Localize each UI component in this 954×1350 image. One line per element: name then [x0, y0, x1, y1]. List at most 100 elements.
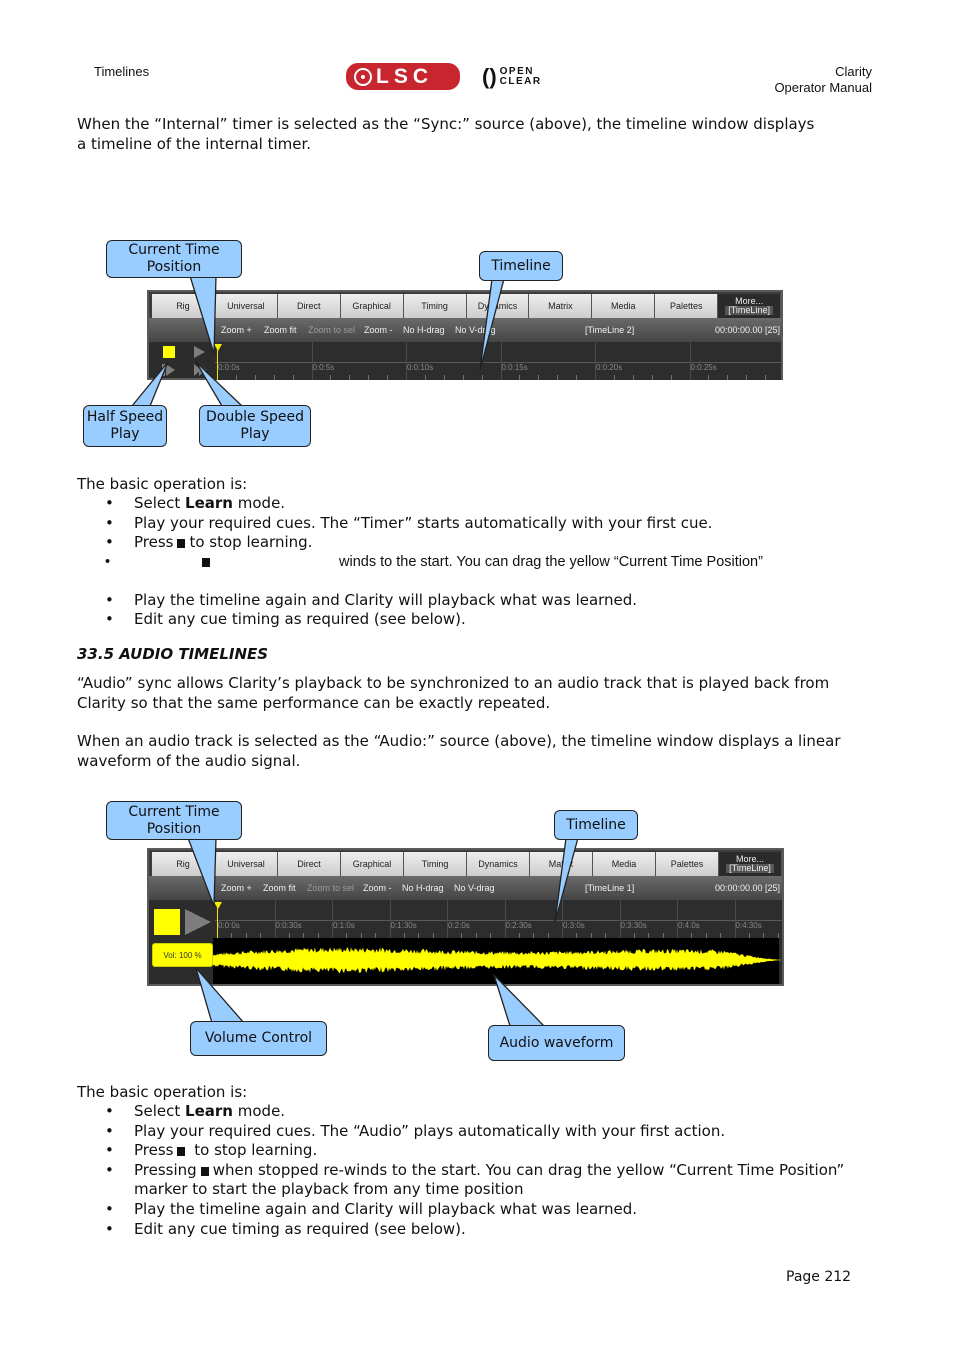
list-item: Select Learn mode. [77, 1102, 877, 1122]
zoom-fit-button[interactable]: Zoom fit [264, 325, 297, 335]
zoom-in-button[interactable]: Zoom + [221, 883, 252, 893]
tab-palettes[interactable]: Palettes [655, 294, 719, 318]
tab-rig[interactable]: Rig [152, 294, 215, 318]
callout-audio-waveform: Audio waveform [488, 1025, 625, 1061]
timeline-ruler[interactable]: 0:0:0s 0:0:5s 0:0:10s 0:0:15s 0:0:20s 0:0:25s [214, 342, 781, 380]
minor-tick [235, 375, 237, 380]
tab-rig[interactable]: Rig [152, 852, 215, 876]
tab-palettes[interactable]: Palettes [656, 852, 719, 876]
tab-direct[interactable]: Direct [278, 852, 341, 876]
minor-tick [292, 375, 294, 380]
major-gridline [389, 900, 391, 938]
timecode-display: 00:00:00.00 [25] [715, 325, 781, 335]
item-text: winds to the start. You can drag the yel… [339, 553, 763, 570]
tab-matrix[interactable]: Matrix [529, 294, 593, 318]
openclear-logo-icon: () [482, 64, 497, 89]
timeline-ruler[interactable]: 0:0:0s 0:0:30s 0:1:0s 0:1:30s 0:2:0s 0:2:30s 0… [214, 900, 782, 938]
major-gridline [332, 900, 333, 938]
header-section-title: Timelines [94, 64, 150, 79]
timeline-window-internal: Rig Universal Direct Graphical Timing Dy… [147, 290, 783, 380]
tick-label: 0:0:0s [218, 363, 240, 372]
stop-button[interactable] [154, 909, 180, 935]
audio-waveform[interactable] [213, 938, 781, 984]
major-gridline [504, 900, 506, 938]
openclear-logo-line2: CLEAR [499, 76, 542, 87]
tab-graphical[interactable]: Graphical [340, 294, 404, 318]
timecode-display: 00:00:00.00 [25] [715, 883, 781, 893]
tab-timing[interactable]: Timing [403, 294, 467, 318]
tab-universal[interactable]: Universal [214, 294, 278, 318]
stop-button[interactable] [163, 346, 175, 358]
header-product: Clarity [835, 64, 872, 79]
major-gridline [274, 900, 276, 938]
minor-tick [424, 375, 426, 380]
tick-label: 0:3:0s [563, 921, 585, 930]
callout-timeline: Timeline [554, 810, 638, 840]
zoom-out-button[interactable]: Zoom - [364, 325, 393, 335]
major-gridline [734, 900, 736, 938]
stop-symbol-icon [177, 539, 186, 549]
play-button[interactable] [194, 346, 205, 358]
tick-label: 0:0:0s [218, 921, 240, 930]
tab-media[interactable]: Media [593, 852, 656, 876]
zoom-fit-button[interactable]: Zoom fit [263, 883, 296, 893]
ops2-list: Select Learn mode. Play your required cu… [77, 1102, 877, 1239]
tab-more-sublabel: [TimeLine] [725, 306, 773, 315]
h-drag-toggle[interactable]: No H-drag [402, 883, 444, 893]
tab-graphical[interactable]: Graphical [341, 852, 404, 876]
lsc-logo-text: LSC [376, 64, 433, 88]
tick-label: 0:0:20s [596, 363, 623, 372]
lsc-logo: LSC [346, 63, 460, 90]
list-item: Play your required cues. The “Timer” sta… [77, 514, 877, 534]
minor-tick [273, 375, 275, 380]
current-time-marker[interactable] [217, 346, 218, 380]
tab-universal[interactable]: Universal [215, 852, 278, 876]
major-gridline [406, 342, 407, 380]
page-number: Page 212 [786, 1269, 852, 1285]
zoom-to-selection-button[interactable]: Zoom to sel [307, 883, 354, 893]
current-time-marker[interactable] [217, 904, 218, 938]
minor-tick [443, 375, 445, 380]
minor-tick [670, 375, 672, 380]
callout-current-time-position: Current Time Position [106, 801, 242, 840]
tick-label: 0:0:5s [312, 363, 335, 372]
ops1-list: Select Learn mode. Play your required cu… [77, 494, 877, 630]
callout-volume-control: Volume Control [190, 1021, 327, 1056]
minor-tick [519, 375, 521, 380]
minor-tick [613, 375, 615, 380]
minor-tick [538, 375, 540, 380]
section-para-1: “Audio” sync allows Clarity’s playback t… [77, 674, 830, 712]
ops1-intro: The basic operation is: [77, 475, 248, 493]
zoom-to-selection-button[interactable]: Zoom to sel [308, 325, 355, 335]
tab-dynamics[interactable]: Dynamics [466, 294, 530, 318]
tick-label: 0:4:0s [678, 921, 700, 930]
h-drag-toggle[interactable]: No H-drag [403, 325, 445, 335]
tab-media[interactable]: Media [592, 294, 656, 318]
tab-direct[interactable]: Direct [277, 294, 341, 318]
v-drag-toggle[interactable]: No V-drag [455, 325, 496, 335]
current-time-handle-icon[interactable] [214, 902, 222, 909]
list-item: Play your required cues. The “Audio” pla… [77, 1122, 877, 1142]
timeline-toolbar: Zoom + Zoom fit Zoom to sel Zoom - No H-… [149, 876, 782, 900]
list-item: Select Learn mode. [77, 494, 877, 514]
tab-timing[interactable]: Timing [404, 852, 467, 876]
v-drag-toggle[interactable]: No V-drag [454, 883, 495, 893]
tab-more[interactable]: More... [TimeLine] [719, 852, 782, 876]
learn-keyword: Learn [185, 494, 233, 512]
half-speed-play-button[interactable] [162, 364, 176, 376]
callout-double-speed-play: Double Speed Play [199, 405, 311, 447]
zoom-in-button[interactable]: Zoom + [221, 325, 252, 335]
header-doc-title: Clarity Operator Manual [774, 64, 872, 96]
learn-keyword: Learn [185, 1102, 233, 1120]
play-button[interactable] [185, 909, 211, 935]
tab-dynamics[interactable]: Dynamics [467, 852, 530, 876]
double-speed-play-button[interactable] [194, 364, 208, 376]
zoom-out-button[interactable]: Zoom - [363, 883, 392, 893]
tab-more[interactable]: More... [TimeLine] [718, 294, 782, 318]
current-time-handle-icon[interactable] [214, 344, 222, 351]
minor-tick [349, 375, 351, 380]
volume-control-button[interactable]: Vol: 100 % [152, 943, 213, 967]
list-item: winds to the start. You can drag the yel… [77, 553, 877, 591]
tab-matrix[interactable]: Matrix [530, 852, 593, 876]
tick-label: 0:0:30s [275, 921, 302, 930]
